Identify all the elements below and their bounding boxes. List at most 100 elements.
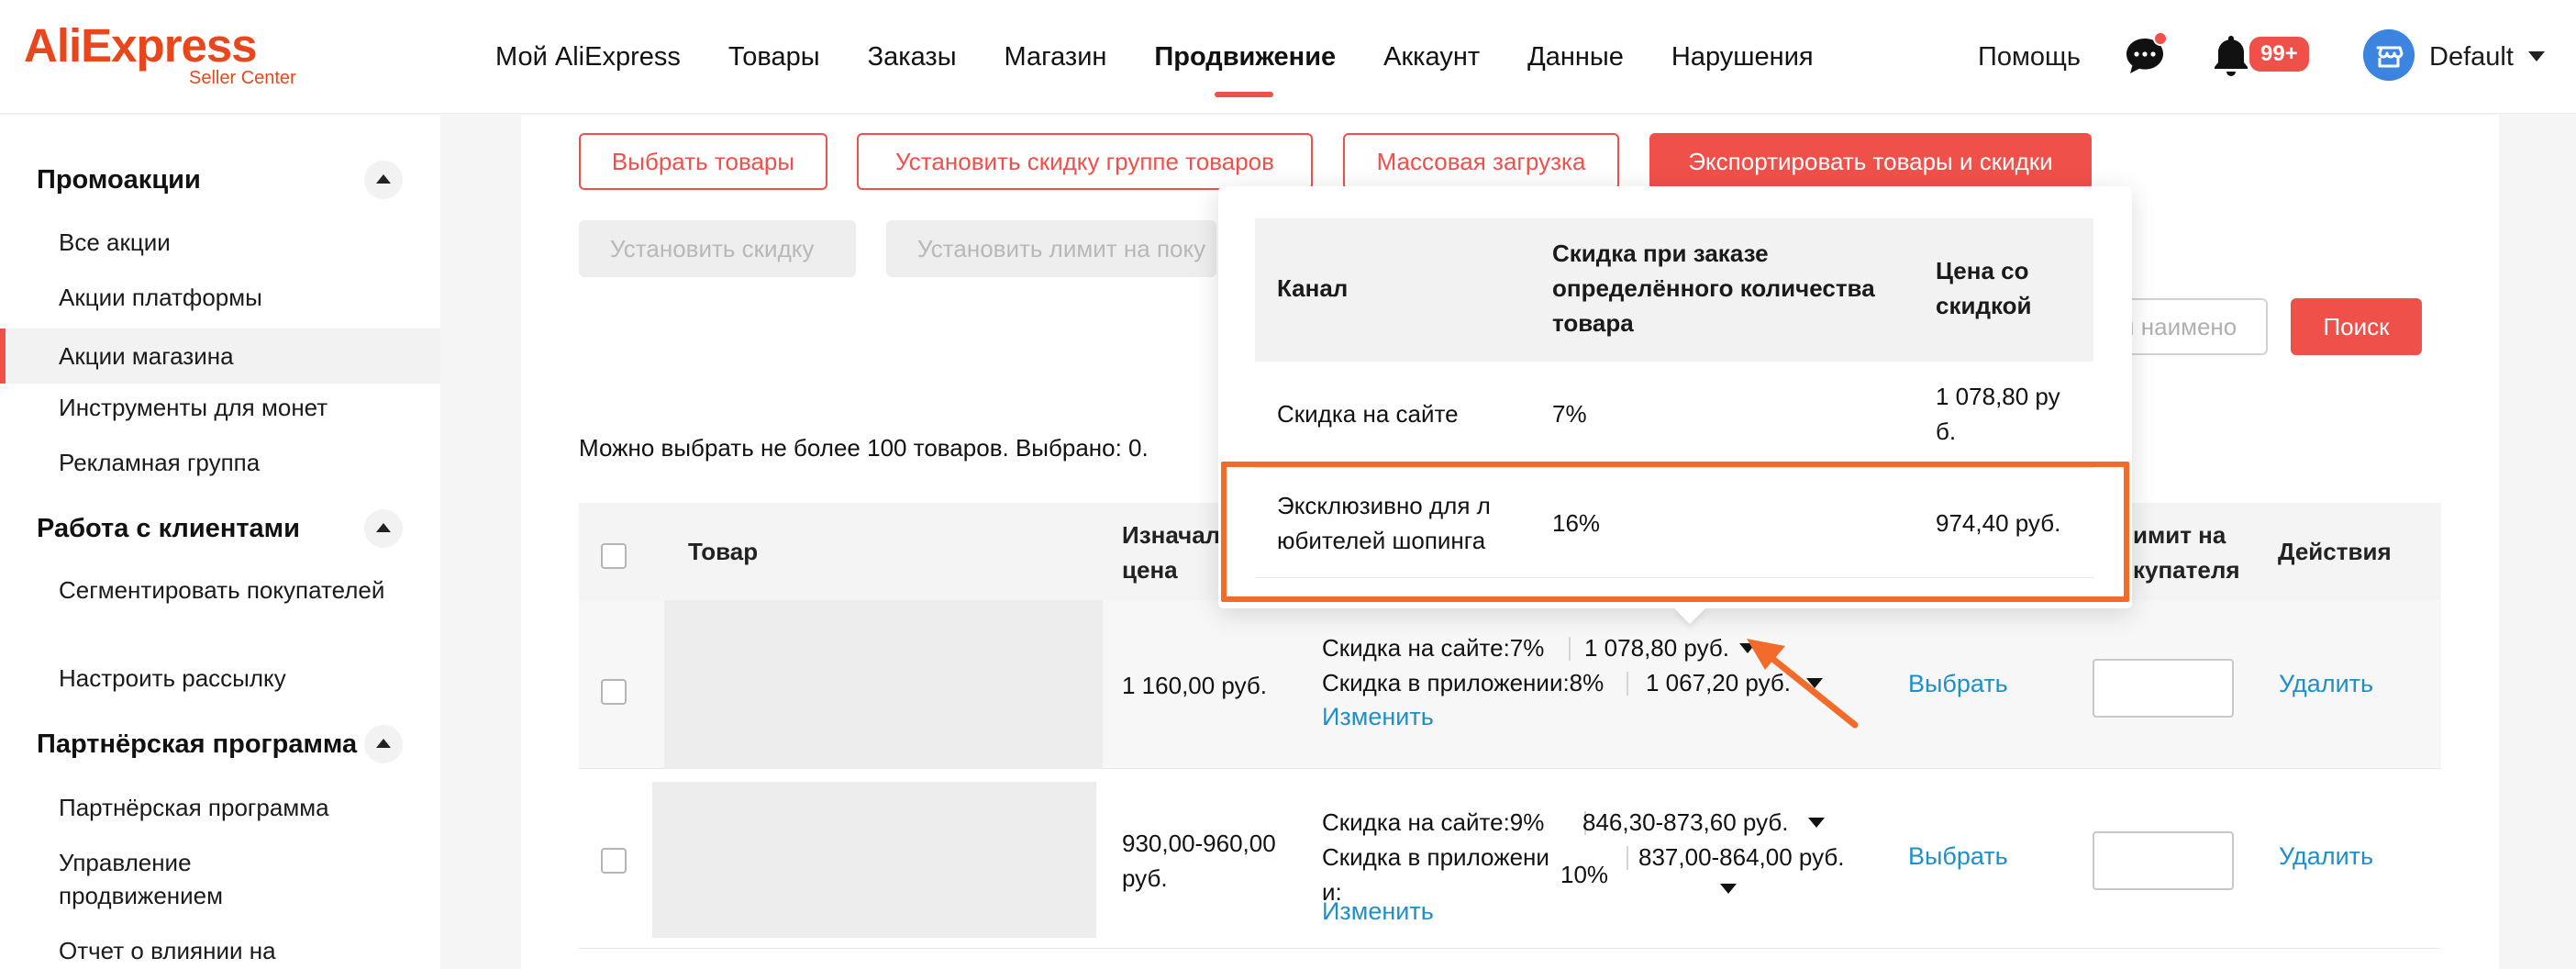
app-price-dropdown-icon[interactable]	[1720, 884, 1737, 894]
sidebar-item-segment-buyers[interactable]: Сегментировать покупателей	[0, 574, 385, 607]
app-discount-label-line1: Скидка в приложени	[1322, 843, 1549, 871]
sidebar-section-clients[interactable]: Работа с клиентами	[37, 514, 300, 544]
product-thumbnail[interactable]	[664, 600, 1103, 769]
popover-row2-pct: 16%	[1552, 509, 1601, 537]
group-discount-button[interactable]: Установить скидку группе товаров	[857, 133, 1313, 190]
orig-price-line2: руб.	[1122, 864, 1168, 892]
row-checkbox[interactable]	[601, 848, 627, 874]
table-row: 930,00-960,00 руб. Скидка на сайте:9% 84…	[579, 769, 2441, 949]
sidebar-item-partner-program[interactable]: Партнёрская программа	[0, 791, 440, 824]
select-link[interactable]: Выбрать	[1908, 842, 2008, 871]
buyer-limit-input[interactable]	[2093, 659, 2234, 718]
nav-store[interactable]: Магазин	[1005, 0, 1107, 114]
sidebar-section-partner[interactable]: Партнёрская программа	[37, 730, 357, 760]
export-button[interactable]: Экспортировать товары и скидки	[1649, 133, 2092, 190]
nav-data[interactable]: Данные	[1527, 0, 1624, 114]
col-limit-line2: купателя	[2133, 556, 2240, 584]
collapse-clients-icon[interactable]	[364, 509, 403, 548]
bell-icon[interactable]	[2211, 33, 2251, 77]
col-orig-price-line1: Изначал	[1122, 521, 1221, 549]
collapse-partner-icon[interactable]	[364, 725, 403, 763]
chat-unread-dot	[2153, 31, 2168, 46]
notification-badge: 99+	[2249, 37, 2309, 72]
delete-link[interactable]: Удалить	[2279, 842, 2373, 871]
divider	[1569, 637, 1571, 661]
sidebar-item-ad-group[interactable]: Рекламная группа	[0, 446, 440, 479]
set-discount-button[interactable]: Установить скидку	[579, 220, 856, 277]
col-limit-line1: имит на	[2133, 521, 2226, 549]
nav-violations[interactable]: Нарушения	[1671, 0, 1814, 114]
divider	[1255, 467, 2093, 468]
product-thumbnail[interactable]	[652, 782, 1096, 938]
divider	[1255, 577, 2093, 578]
orig-price-line1: 930,00-960,00	[1122, 830, 1276, 857]
col-actions: Действия	[2278, 538, 2392, 565]
divider	[1627, 672, 1628, 696]
popover-col-qty-line3: товара	[1552, 309, 1634, 337]
row-checkbox[interactable]	[601, 679, 627, 705]
popover-row1-pct: 7%	[1552, 400, 1587, 428]
nav-account[interactable]: Аккаунт	[1383, 0, 1480, 114]
set-limit-button[interactable]: Установить лимит на поку	[886, 220, 1216, 277]
site-price-dropdown-icon[interactable]	[1808, 818, 1825, 828]
sidebar-item-promo-management[interactable]: Управление продвижением	[0, 846, 330, 912]
sidebar-item-store-promos[interactable]: Акции магазина	[0, 329, 440, 384]
edit-discount-link[interactable]: Изменить	[1322, 703, 1434, 731]
popover-row2-price: 974,40 руб.	[1936, 509, 2061, 537]
annotation-arrow-icon	[1747, 639, 1859, 729]
sidebar-item-mailing[interactable]: Настроить рассылку	[0, 662, 440, 695]
popover-row1-price-line1: 1 078,80 ру	[1936, 383, 2060, 410]
site-discount-price: 846,30-873,60 руб.	[1582, 808, 1789, 836]
col-orig-price-line2: цена	[1122, 556, 1178, 584]
bulk-upload-button[interactable]: Массовая загрузка	[1343, 133, 1619, 190]
site-discount-label: Скидка на сайте:9%	[1322, 808, 1545, 836]
nav-promotion[interactable]: Продвижение	[1154, 0, 1336, 114]
collapse-promo-icon[interactable]	[364, 161, 403, 199]
app-discount-label: Скидка в приложении:8%	[1322, 669, 1604, 696]
col-product: Товар	[688, 538, 759, 565]
delete-link[interactable]: Удалить	[2279, 670, 2373, 698]
store-avatar-icon[interactable]	[2363, 29, 2415, 81]
popover-col-qty-line2: определённого количества	[1552, 274, 1875, 302]
aliexpress-logo[interactable]: AliExpress Seller Center	[24, 19, 296, 92]
table-row: 1 160,00 руб. Скидка на сайте:7% 1 078,8…	[579, 600, 2441, 769]
nav-products[interactable]: Товары	[728, 0, 820, 114]
popover-row1-price-line2: б.	[1936, 418, 1957, 445]
logo-text: AliExpress	[24, 19, 258, 72]
nav-my-aliexpress[interactable]: Мой AliExpress	[495, 0, 681, 114]
main-nav: Мой AliExpress Товары Заказы Магазин Про…	[495, 0, 1861, 114]
search-button[interactable]: Поиск	[2291, 298, 2422, 355]
site-discount-label: Скидка на сайте:7%	[1322, 634, 1545, 662]
divider	[1627, 846, 1628, 870]
sidebar-item-platform-promos[interactable]: Акции платформы	[0, 281, 440, 314]
sidebar-item-coin-tools[interactable]: Инструменты для монет	[0, 391, 440, 424]
account-name[interactable]: Default	[2429, 0, 2514, 114]
popover-col-channel: Канал	[1277, 274, 1349, 302]
site-discount-price: 1 078,80 руб.	[1584, 634, 1730, 662]
select-products-button[interactable]: Выбрать товары	[579, 133, 827, 190]
popover-col-qty-line1: Скидка при заказе	[1552, 239, 1769, 267]
logo-subtitle: Seller Center	[189, 68, 296, 88]
nav-orders[interactable]: Заказы	[868, 0, 957, 114]
sidebar: Промоакции Все акции Акции платформы Акц…	[0, 115, 440, 969]
popover-row1-channel: Скидка на сайте	[1277, 400, 1459, 428]
sidebar-item-impact-report[interactable]: Отчет о влиянии на	[0, 934, 440, 967]
popover-row2-channel-line1: Эксклюзивно для л	[1277, 492, 1491, 519]
discount-details-popover: Канал Скидка при заказе определённого ко…	[1218, 186, 2132, 608]
sidebar-item-all-promos[interactable]: Все акции	[0, 226, 440, 259]
app-discount-price: 837,00-864,00 руб.	[1638, 843, 1845, 871]
top-header: AliExpress Seller Center Мой AliExpress …	[0, 0, 2576, 114]
popover-row2-channel-line2: юбителей шопинга	[1277, 527, 1486, 554]
select-link[interactable]: Выбрать	[1908, 670, 2008, 698]
buyer-limit-input[interactable]	[2093, 831, 2234, 890]
help-link[interactable]: Помощь	[1978, 0, 2081, 114]
edit-discount-link[interactable]: Изменить	[1322, 897, 1434, 926]
app-discount-pct: 10%	[1560, 861, 1609, 888]
popover-col-price-line1: Цена со	[1936, 257, 2029, 284]
sidebar-section-promo[interactable]: Промоакции	[37, 165, 201, 195]
chevron-down-icon[interactable]	[2528, 51, 2545, 61]
orig-price: 1 160,00 руб.	[1122, 672, 1268, 699]
selection-hint: Можно выбрать не более 100 товаров. Выбр…	[579, 434, 1149, 462]
select-all-checkbox[interactable]	[601, 543, 627, 569]
popover-col-price-line2: скидкой	[1936, 292, 2032, 319]
